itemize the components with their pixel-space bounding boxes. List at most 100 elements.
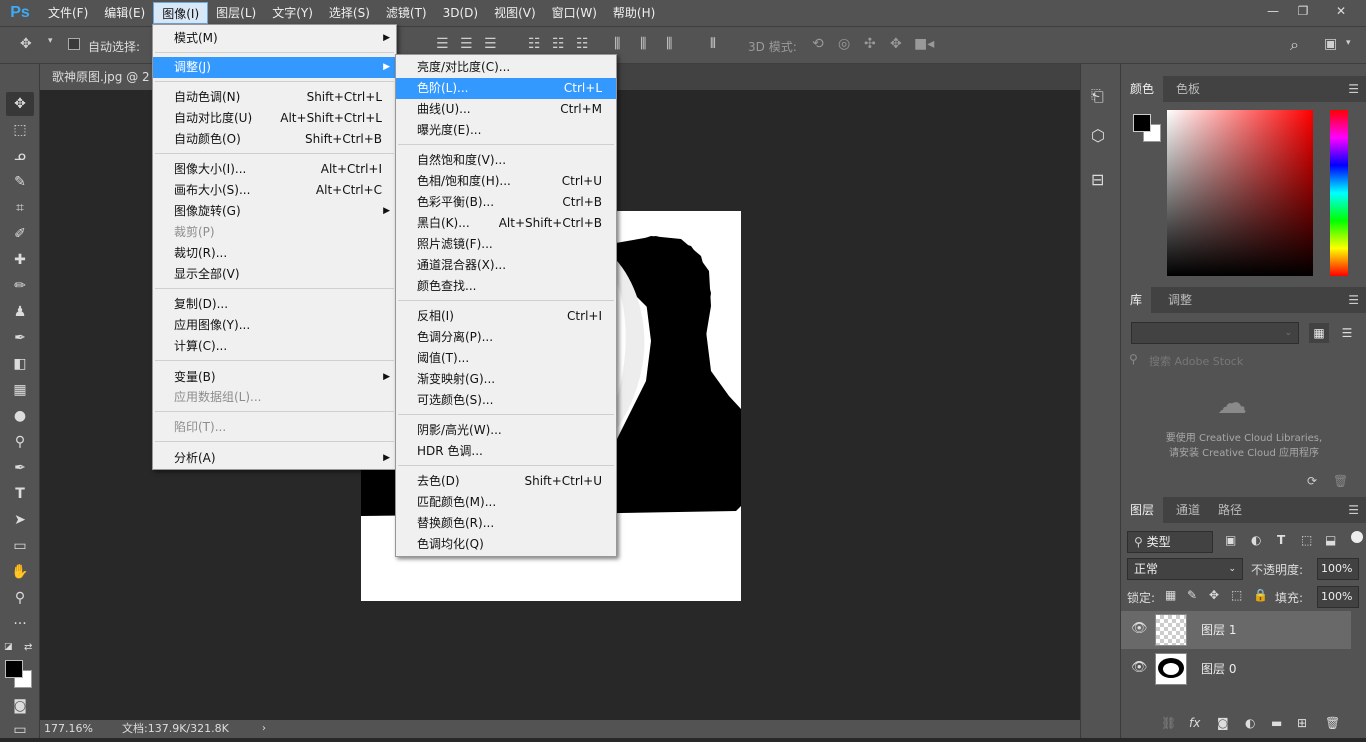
lock-position-icon[interactable]: ✥ xyxy=(1209,588,1219,602)
library-panel-menu-icon[interactable]: ☰ xyxy=(1348,294,1359,306)
fill-input[interactable]: 100% xyxy=(1317,586,1359,608)
workspace-arrow-icon[interactable]: ▾ xyxy=(1346,38,1351,48)
menu-item-gradient-map[interactable]: 渐变映射(G)... xyxy=(396,369,616,390)
tab-adjustments[interactable]: 调整 xyxy=(1159,287,1201,313)
healing-brush-tool-icon[interactable]: ✚ xyxy=(6,248,34,272)
grid-view-icon[interactable]: ▦ xyxy=(1309,323,1329,343)
menu-help[interactable]: 帮助(H) xyxy=(605,2,663,24)
zoom-level[interactable]: 177.16% xyxy=(44,720,93,738)
clone-stamp-tool-icon[interactable]: ♟ xyxy=(6,300,34,324)
group-icon[interactable]: ▬ xyxy=(1271,716,1282,730)
tab-swatches[interactable]: 色板 xyxy=(1167,76,1209,102)
layers-panel-menu-icon[interactable]: ☰ xyxy=(1348,504,1359,516)
default-colors-icon[interactable]: ◪ xyxy=(4,642,13,652)
path-select-tool-icon[interactable]: ➤ xyxy=(6,508,34,532)
move-tool-icon[interactable]: ✥ xyxy=(6,92,34,116)
menu-item-duplicate[interactable]: 复制(D)... xyxy=(153,294,396,315)
foreground-color-swatch[interactable] xyxy=(5,660,23,678)
3d-panel-icon[interactable]: ⬡ xyxy=(1091,126,1105,145)
properties-panel-icon[interactable]: ⊟ xyxy=(1091,170,1104,189)
layer-row-1[interactable]: 👁 图层 1 xyxy=(1121,611,1351,649)
menu-item-apply-image[interactable]: 应用图像(Y)... xyxy=(153,315,396,336)
quick-mask-icon[interactable]: ◙ xyxy=(6,694,34,718)
menu-item-image-rotation[interactable]: 图像旋转(G) ▶ xyxy=(153,201,396,222)
menu-item-posterize[interactable]: 色调分离(P)... xyxy=(396,327,616,348)
menu-item-equalize[interactable]: 色调均化(Q) xyxy=(396,534,616,555)
minimize-button[interactable]: — xyxy=(1258,0,1288,22)
link-layers-icon[interactable]: ⛓ xyxy=(1161,716,1176,730)
lock-artboard-icon[interactable]: ⬚ xyxy=(1231,588,1242,602)
gradient-tool-icon[interactable]: ▦ xyxy=(6,378,34,402)
crop-tool-icon[interactable]: ⌗ xyxy=(6,196,34,220)
lasso-tool-icon[interactable]: ᓄ xyxy=(6,144,34,168)
menu-item-shadows-highlights[interactable]: 阴影/高光(W)... xyxy=(396,420,616,441)
trash-icon[interactable]: 🗑 xyxy=(1333,474,1348,488)
menu-item-analysis[interactable]: 分析(A) ▶ xyxy=(153,448,396,469)
menu-select[interactable]: 选择(S) xyxy=(321,2,378,24)
distribute-hcenter-icon[interactable]: ⫼ xyxy=(640,36,646,52)
new-layer-icon[interactable]: ⊞ xyxy=(1297,716,1307,730)
library-select[interactable]: ⌄ xyxy=(1131,322,1299,344)
type-tool-icon[interactable]: T xyxy=(6,482,34,506)
menu-item-desaturate[interactable]: 去色(D) Shift+Ctrl+U xyxy=(396,471,616,492)
3d-slide-icon[interactable]: ✥ xyxy=(890,36,902,52)
swap-colors-icon[interactable]: ⇄ xyxy=(24,642,32,653)
align-vcenter-icon[interactable]: ☰ xyxy=(460,36,473,52)
tab-paths[interactable]: 路径 xyxy=(1209,497,1251,523)
distribute-bottom-icon[interactable]: ☷ xyxy=(576,36,589,52)
eye-icon[interactable]: 👁 xyxy=(1131,660,1148,675)
menu-view[interactable]: 视图(V) xyxy=(486,2,544,24)
screen-mode-icon[interactable]: ▭ xyxy=(6,718,34,742)
quick-select-tool-icon[interactable]: ✎ xyxy=(6,170,34,194)
tool-preset-arrow-icon[interactable]: ▾ xyxy=(48,36,53,46)
list-view-icon[interactable]: ☰ xyxy=(1337,323,1357,343)
filter-type-icon[interactable]: T xyxy=(1277,533,1285,547)
hand-tool-icon[interactable]: ✋ xyxy=(6,560,34,584)
menu-item-hue-saturation[interactable]: 色相/饱和度(H)... Ctrl+U xyxy=(396,171,616,192)
tab-library[interactable]: 库 xyxy=(1121,287,1152,313)
menu-item-reveal-all[interactable]: 显示全部(V) xyxy=(153,264,396,285)
move-tool-icon[interactable]: ✥ xyxy=(20,36,32,52)
hue-slider[interactable] xyxy=(1330,110,1348,276)
menu-item-photo-filter[interactable]: 照片滤镜(F)... xyxy=(396,234,616,255)
trash-icon[interactable]: 🗑 xyxy=(1325,716,1340,730)
lock-all-icon[interactable]: 🔒 xyxy=(1253,588,1268,602)
marquee-tool-icon[interactable]: ⬚ xyxy=(6,118,34,142)
3d-pan-icon[interactable]: ✣ xyxy=(864,36,876,52)
restore-button[interactable]: ❐ xyxy=(1288,0,1318,22)
layer-name[interactable]: 图层 1 xyxy=(1201,621,1236,638)
menu-item-brightness-contrast[interactable]: 亮度/对比度(C)... xyxy=(396,57,616,78)
layer-style-icon[interactable]: fx xyxy=(1189,716,1200,730)
close-button[interactable]: ✕ xyxy=(1326,0,1356,22)
filter-adjustment-icon[interactable]: ◐ xyxy=(1251,533,1261,547)
cc-sync-icon[interactable]: ⟳ xyxy=(1307,474,1317,488)
distribute-top-icon[interactable]: ☷ xyxy=(528,36,541,52)
menu-item-adjustments[interactable]: 调整(J) ▶ xyxy=(153,57,396,78)
adjustment-layer-icon[interactable]: ◐ xyxy=(1245,716,1255,730)
filter-toggle[interactable] xyxy=(1351,531,1363,543)
blend-mode-select[interactable]: 正常 ⌄ xyxy=(1127,558,1243,580)
menu-item-threshold[interactable]: 阈值(T)... xyxy=(396,348,616,369)
layer-filter-select[interactable]: ⚲ 类型 xyxy=(1127,531,1213,553)
menu-item-variables[interactable]: 变量(B) ▶ xyxy=(153,367,396,388)
eye-icon[interactable]: 👁 xyxy=(1131,621,1148,636)
history-panel-icon[interactable]: ⎗ xyxy=(1091,86,1104,106)
rectangle-tool-icon[interactable]: ▭ xyxy=(6,534,34,558)
menu-filter[interactable]: 滤镜(T) xyxy=(378,2,435,24)
layer-mask-icon[interactable]: ◙ xyxy=(1217,716,1229,730)
menu-item-channel-mixer[interactable]: 通道混合器(X)... xyxy=(396,255,616,276)
more-tools-icon[interactable]: ··· xyxy=(6,612,34,636)
eraser-tool-icon[interactable]: ◧ xyxy=(6,352,34,376)
menu-item-auto-color[interactable]: 自动颜色(O) Shift+Ctrl+B xyxy=(153,129,396,150)
search-icon[interactable]: ⌕ xyxy=(1290,35,1299,55)
layer-row-0[interactable]: 👁 图层 0 xyxy=(1121,650,1351,688)
menu-image[interactable]: 图像(I) xyxy=(153,2,209,24)
tab-channels[interactable]: 通道 xyxy=(1167,497,1209,523)
menu-item-exposure[interactable]: 曝光度(E)... xyxy=(396,120,616,141)
distribute-right-icon[interactable]: ⫼ xyxy=(666,36,672,52)
menu-item-auto-contrast[interactable]: 自动对比度(U) Alt+Shift+Ctrl+L xyxy=(153,108,396,129)
workspace-icon[interactable]: ▣ xyxy=(1324,36,1337,52)
layer-name[interactable]: 图层 0 xyxy=(1201,660,1236,677)
menu-layer[interactable]: 图层(L) xyxy=(208,2,264,24)
tab-layers[interactable]: 图层 xyxy=(1121,497,1164,523)
